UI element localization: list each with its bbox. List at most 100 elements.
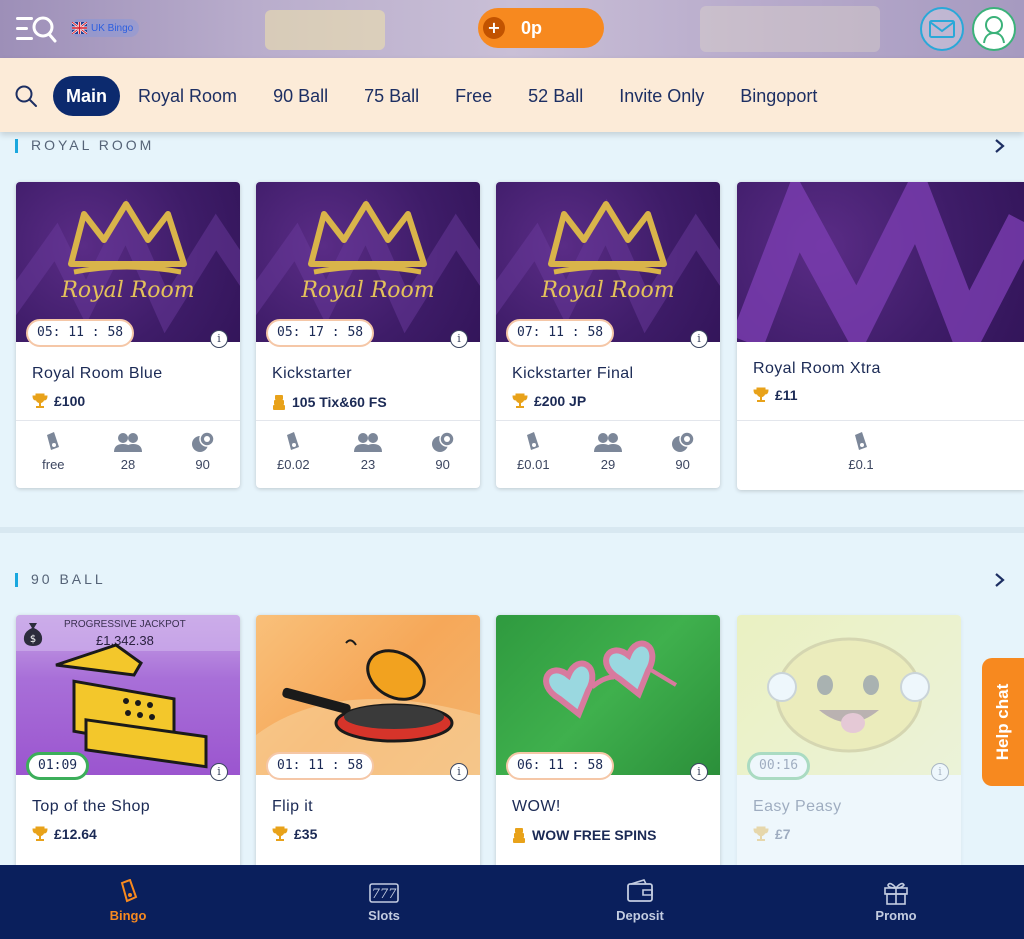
bottom-nav-slots[interactable]: 777 Slots [256, 865, 512, 939]
prize-value: £12.64 [54, 826, 97, 842]
profile-button[interactable] [972, 7, 1016, 51]
ticket-price-stat: £0.02 [258, 421, 328, 488]
wave-pattern-icon [737, 182, 1024, 342]
tab-75-ball[interactable]: 75 Ball [346, 76, 437, 116]
help-chat-label: Help chat [993, 683, 1012, 761]
crown-logo-icon [496, 198, 720, 334]
trophy-icon [32, 826, 48, 841]
game-name: Kickstarter [272, 365, 352, 382]
tab-52-ball[interactable]: 52 Ball [510, 76, 601, 116]
balance-amount: 0p [521, 17, 543, 38]
prize: £12.64 [32, 826, 97, 842]
info-icon[interactable]: i [931, 763, 949, 781]
prize: 105 Tix&60 FS [272, 393, 387, 411]
game-image: Royal Room [16, 182, 240, 342]
balance-button[interactable]: + 0p [478, 8, 604, 48]
tab-90-ball[interactable]: 90 Ball [255, 76, 346, 116]
ticket-price: £0.02 [277, 457, 310, 472]
game-stats: £0.01 29 90 [496, 420, 720, 488]
trophy-icon [753, 826, 769, 841]
trophy-icon [32, 393, 48, 408]
game-card[interactable]: 06: 11 : 58 i WOW! WOW FREE SPINS [496, 615, 720, 875]
logo-text: Royal Room [541, 278, 675, 303]
crown-logo-icon [256, 198, 480, 334]
prize: £200 JP [512, 393, 586, 409]
trophy-icon [512, 393, 528, 408]
crown-logo-icon [16, 198, 240, 334]
balls-stat: 90 [408, 421, 478, 488]
tab-free[interactable]: Free [437, 76, 510, 116]
bottom-nav-label: Deposit [616, 908, 664, 923]
game-name: WOW! [512, 798, 561, 815]
bingo-balls-icon [431, 431, 455, 452]
language-selector[interactable]: UK Bingo [70, 19, 140, 37]
countdown-timer: 06: 11 : 58 [506, 752, 615, 780]
prize-value: £100 [54, 393, 86, 409]
info-icon[interactable]: i [690, 763, 708, 781]
ticket-price-stat: £0.1 [826, 421, 896, 490]
wallet-icon [627, 879, 653, 902]
bottom-nav-promo[interactable]: Promo [768, 865, 1024, 939]
game-card[interactable]: Royal Room 05: 17 : 58 i Kickstarter 105… [256, 182, 480, 488]
help-chat-button[interactable]: Help chat [982, 658, 1024, 786]
uk-flag-icon [72, 22, 87, 34]
tab-royal-room[interactable]: Royal Room [120, 76, 255, 116]
logo-text: Royal Room [61, 278, 195, 303]
gift-icon [884, 882, 908, 905]
game-card[interactable]: 01: 11 : 58 i Flip it £35 [256, 615, 480, 875]
prize-value: £11 [775, 387, 798, 403]
info-icon[interactable]: i [450, 763, 468, 781]
coins-icon [273, 395, 285, 410]
game-name: Kickstarter Final [512, 365, 634, 382]
chevron-right-icon[interactable] [992, 570, 1008, 590]
chevron-right-icon[interactable] [992, 136, 1008, 156]
search-icon[interactable] [14, 84, 38, 108]
game-stats: £0.1 [737, 420, 1024, 490]
messages-button[interactable] [920, 7, 964, 51]
game-name: Easy Peasy [753, 798, 842, 815]
menu-search-button[interactable] [14, 14, 58, 44]
player-count: 23 [360, 457, 376, 472]
ticket-price: free [42, 457, 65, 472]
plus-icon: + [483, 17, 505, 39]
players-icon [113, 433, 142, 452]
tab-bingoport[interactable]: Bingoport [722, 76, 835, 116]
info-icon[interactable]: i [450, 330, 468, 348]
bottom-nav-bingo[interactable]: Bingo [0, 865, 256, 939]
countdown-timer: 01: 11 : 58 [266, 752, 375, 780]
info-icon[interactable]: i [210, 763, 228, 781]
countdown-timer: 07: 11 : 58 [506, 319, 615, 347]
cash-register-icon [55, 643, 208, 769]
ball-count: 90 [435, 457, 450, 472]
countdown-timer: 01:09 [26, 752, 90, 780]
game-stats: £0.02 23 90 [256, 420, 480, 488]
players-stat: 29 [573, 421, 643, 488]
ticket-icon [47, 432, 60, 450]
game-card[interactable]: Royal Room 05: 11 : 58 i Royal Room Blue… [16, 182, 240, 488]
ball-count: 90 [195, 457, 210, 472]
game-name: Royal Room Xtra [753, 360, 881, 377]
prize-value: £200 JP [534, 393, 587, 409]
game-stats: free 28 90 [16, 420, 240, 488]
game-card[interactable]: Royal Room 07: 11 : 58 i Kickstarter Fin… [496, 182, 720, 488]
game-card[interactable]: $ PROGRESSIVE JACKPOT £1,342.38 01:09 i … [16, 615, 240, 875]
tab-main[interactable]: Main [53, 76, 121, 116]
ticket-price-stat: £0.01 [498, 421, 568, 488]
bingo-ticket-icon [120, 879, 138, 903]
game-image [256, 615, 480, 775]
info-icon[interactable]: i [210, 330, 228, 348]
info-icon[interactable]: i [690, 330, 708, 348]
coins-icon [513, 828, 525, 843]
countdown-timer: 00:16 [747, 752, 811, 780]
frying-pan-icon [256, 639, 480, 775]
prize: £7 [753, 826, 791, 842]
game-card[interactable]: 00:16 i Easy Peasy £7 [737, 615, 961, 875]
game-card[interactable]: Royal Room Xtra £11 £0.1 [737, 182, 1024, 490]
tab-invite-only[interactable]: Invite Only [601, 76, 722, 116]
header-background-blur [700, 6, 880, 52]
ticket-icon [855, 432, 867, 450]
game-image [737, 615, 961, 775]
prize-value: £35 [294, 826, 318, 842]
players-icon [353, 433, 382, 452]
bottom-nav-deposit[interactable]: Deposit [512, 865, 768, 939]
